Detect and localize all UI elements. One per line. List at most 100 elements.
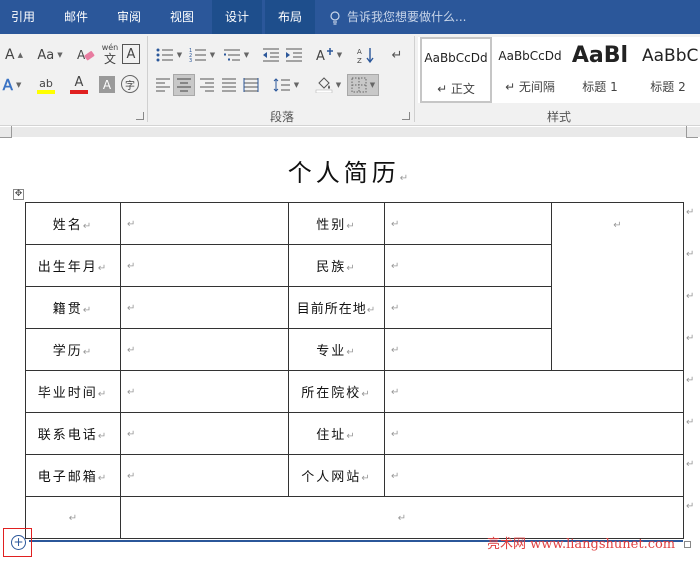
table-cell[interactable]: 住址↵: [288, 412, 385, 455]
ribbon-tab-bar: 引用 邮件 审阅 视图 设计 布局 告诉我您想要做什么...: [0, 0, 700, 34]
grow-font-button[interactable]: A ▲: [2, 44, 26, 66]
justify-button[interactable]: [219, 75, 239, 95]
text-effects-button[interactable]: A ▼: [0, 74, 24, 96]
font-color-button[interactable]: A: [64, 74, 94, 96]
table-cell[interactable]: ↵: [120, 454, 289, 497]
sort-button[interactable]: AZ: [355, 44, 377, 66]
asian-layout-button[interactable]: A ▼: [313, 44, 345, 66]
shading-button[interactable]: ▼: [312, 75, 344, 95]
svg-text:Z: Z: [357, 57, 362, 64]
table-cell[interactable]: ↵: [384, 370, 684, 413]
table-cell[interactable]: ↵: [384, 412, 684, 455]
show-hide-marks-button[interactable]: ↵: [386, 44, 408, 66]
tab-references[interactable]: 引用: [0, 0, 46, 34]
align-right-button[interactable]: [197, 75, 217, 95]
style-normal[interactable]: AaBbCcDd ↵ 正文: [420, 37, 492, 103]
tab-review[interactable]: 审阅: [104, 0, 154, 34]
table-cell[interactable]: 民族↵: [288, 244, 385, 287]
table-cell[interactable]: ↵: [120, 370, 289, 413]
borders-button[interactable]: ▼: [347, 74, 379, 96]
tab-design[interactable]: 设计: [212, 0, 262, 34]
increase-indent-icon: [286, 48, 302, 62]
eraser-icon: A: [77, 48, 95, 62]
table-cell[interactable]: 学历↵: [25, 328, 121, 371]
end-of-row-mark: ↵: [686, 459, 695, 470]
increase-indent-button[interactable]: [283, 44, 305, 66]
align-center-button[interactable]: [173, 74, 195, 96]
table-cell[interactable]: 出生年月↵: [25, 244, 121, 287]
enclose-characters-button[interactable]: 字: [121, 75, 139, 93]
photo-cell[interactable]: ↵: [551, 202, 684, 371]
table-cell[interactable]: 籍贯↵: [25, 286, 121, 329]
table-cell[interactable]: ↵: [120, 286, 289, 329]
paragraph-dialog-launcher-icon[interactable]: [402, 112, 410, 120]
style-heading-2[interactable]: AaBbC 标题 2: [636, 37, 700, 103]
character-shading-button[interactable]: A: [99, 76, 115, 93]
highlighter-icon: ab: [39, 76, 53, 90]
paint-bucket-icon: [315, 77, 333, 93]
table-cell[interactable]: ↵: [384, 286, 552, 329]
style-preview: AaBbC: [642, 46, 699, 66]
line-spacing-button[interactable]: ▼: [270, 75, 302, 95]
numbering-icon: 123: [189, 48, 206, 63]
bullets-button[interactable]: ▼: [153, 44, 185, 66]
svg-text:A: A: [357, 48, 362, 56]
insert-row-highlight[interactable]: +: [3, 528, 32, 557]
table-cell[interactable]: ↵: [384, 202, 552, 245]
table-cell[interactable]: ↵: [120, 202, 289, 245]
table-cell[interactable]: ↵: [25, 496, 121, 539]
table-cell[interactable]: 毕业时间↵: [25, 370, 121, 413]
table-row: 联系电话↵ ↵ 住址↵ ↵: [25, 412, 684, 455]
page-gap: [0, 127, 700, 137]
table-resize-handle-icon[interactable]: [684, 541, 691, 548]
tell-me-box[interactable]: 告诉我您想要做什么...: [329, 0, 466, 34]
character-border-button[interactable]: A: [122, 44, 140, 64]
font-dialog-launcher-icon[interactable]: [136, 112, 144, 120]
distributed-button[interactable]: [241, 75, 261, 95]
decrease-indent-button[interactable]: [260, 44, 282, 66]
phonetic-guide-char: 文: [103, 52, 116, 66]
style-name: 标题 2: [650, 80, 686, 94]
highlight-color-button[interactable]: ab: [30, 74, 62, 96]
table-cell[interactable]: 姓名↵: [25, 202, 121, 245]
table-cell[interactable]: ↵: [120, 328, 289, 371]
table-cell[interactable]: ↵: [120, 244, 289, 287]
table-move-handle-icon[interactable]: ✥: [13, 189, 24, 200]
style-heading-1[interactable]: AaBl 标题 1: [568, 37, 632, 103]
style-no-spacing[interactable]: AaBbCcDd ↵ 无间隔: [494, 37, 566, 103]
tab-view[interactable]: 视图: [157, 0, 207, 34]
change-case-icon: Aa: [37, 47, 55, 63]
table-row: 姓名↵ ↵ 性别↵ ↵ ↵: [25, 202, 684, 371]
add-row-icon[interactable]: +: [11, 535, 26, 550]
table-cell[interactable]: ↵: [120, 412, 289, 455]
tell-me-placeholder: 告诉我您想要做什么...: [347, 10, 467, 24]
table-cell[interactable]: 个人网站↵: [288, 454, 385, 497]
change-case-button[interactable]: Aa ▼: [32, 44, 68, 66]
tab-layout[interactable]: 布局: [265, 0, 315, 34]
chevron-down-icon: ▼: [336, 51, 343, 59]
document-title[interactable]: 个人简历↵: [0, 153, 700, 188]
numbering-button[interactable]: 123 ▼: [186, 44, 218, 66]
phonetic-guide-button[interactable]: wén 文: [100, 42, 120, 68]
chevron-down-icon: ▼: [243, 51, 250, 59]
tab-mailings[interactable]: 邮件: [52, 0, 100, 34]
table-cell[interactable]: 联系电话↵: [25, 412, 121, 455]
align-left-button[interactable]: [153, 75, 173, 95]
table-cell[interactable]: ↵: [384, 454, 684, 497]
table-row: 电子邮箱↵ ↵ 个人网站↵ ↵: [25, 454, 684, 497]
end-of-row-mark: ↵: [686, 333, 695, 344]
table-cell[interactable]: 专业↵: [288, 328, 385, 371]
multilevel-list-button[interactable]: ▼: [219, 44, 253, 66]
table-cell[interactable]: 目前所在地↵: [288, 286, 385, 329]
clear-formatting-button[interactable]: A: [75, 44, 97, 66]
chevron-down-icon: ▼: [293, 81, 300, 89]
table-cell[interactable]: ↵: [384, 244, 552, 287]
table-cell[interactable]: 电子邮箱↵: [25, 454, 121, 497]
font-color-icon: A: [74, 75, 84, 90]
end-of-row-mark: ↵: [686, 207, 695, 218]
table-cell[interactable]: ↵: [384, 328, 552, 371]
chevron-down-icon: ▼: [369, 81, 376, 89]
table-cell[interactable]: 性别↵: [288, 202, 385, 245]
style-name: 标题 1: [582, 80, 618, 94]
table-cell[interactable]: 所在院校↵: [288, 370, 385, 413]
